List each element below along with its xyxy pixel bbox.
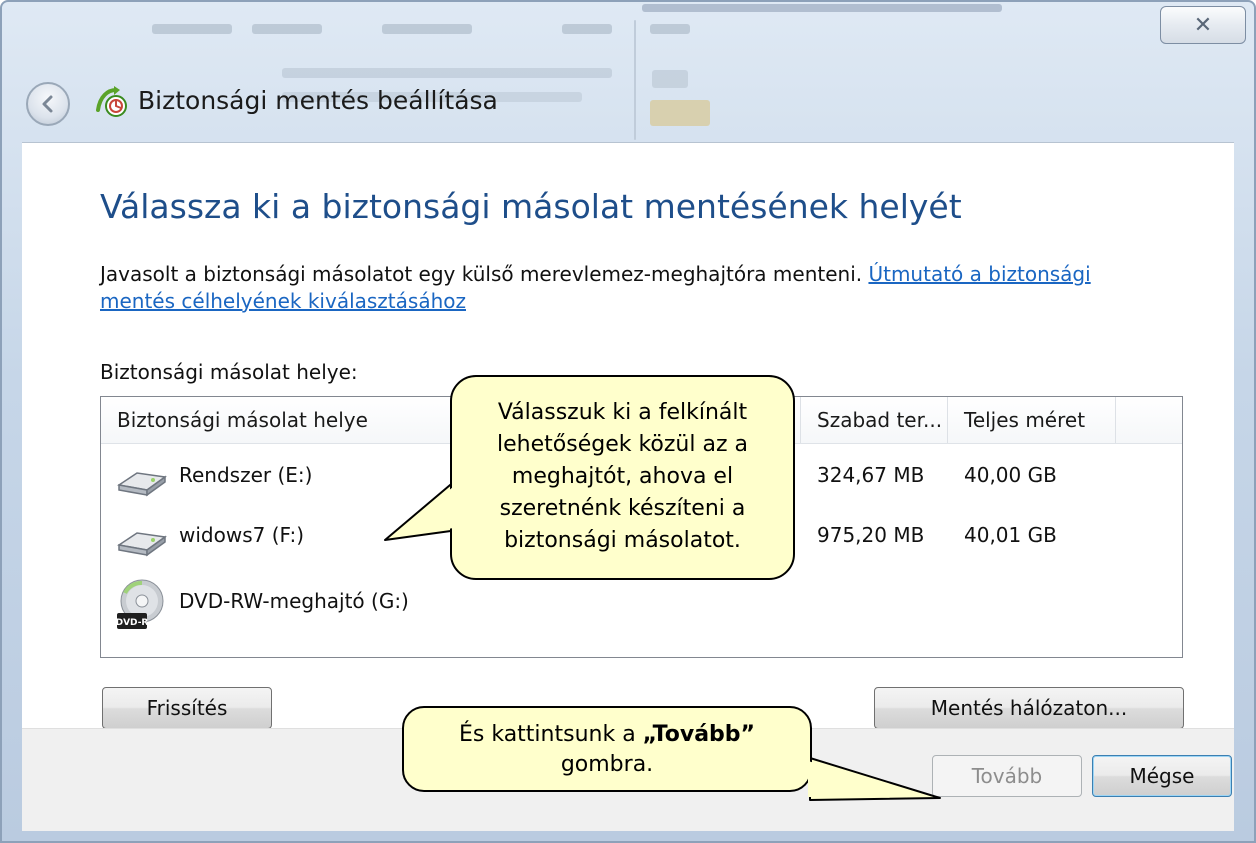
callout-line: Válasszuk ki a felkínált [497, 400, 748, 425]
drive-total-size: 40,00 GB [964, 463, 1057, 487]
callout-line: gombra. [560, 752, 654, 777]
close-icon: ✕ [1193, 12, 1213, 38]
drive-free-space: 324,67 MB [817, 463, 925, 487]
drive-total-size: 40,01 GB [964, 523, 1057, 547]
backup-app-icon [96, 86, 127, 117]
refresh-button[interactable]: Frissítés [102, 687, 272, 729]
drive-name: DVD-RW-meghajtó (G:) [179, 589, 409, 613]
cancel-button[interactable]: Mégse [1092, 755, 1232, 797]
drive-free-space: 975,20 MB [817, 523, 925, 547]
back-arrow-icon [42, 95, 53, 113]
title-bar: ✕ Biztonsági mentés beállítása [2, 2, 1254, 142]
callout-line: szeretnénk készíteni a [499, 496, 746, 521]
dvd-icon-label: DVD-R [116, 618, 149, 628]
location-list-label: Biztonsági másolat helye: [100, 360, 358, 384]
drive-name: widows7 (F:) [179, 523, 304, 547]
callout-emphasis: „Tovább” [642, 722, 756, 747]
callout-click-next: És kattintsunk a „Tovább” gombra. [402, 706, 812, 792]
hard-drive-icon [117, 472, 167, 497]
next-button[interactable]: Tovább [932, 755, 1082, 797]
close-button[interactable]: ✕ [1160, 6, 1246, 44]
back-button[interactable] [26, 82, 70, 126]
callout-select-drive: Válasszuk ki a felkínált lehetőségek köz… [450, 375, 795, 580]
intro-text: Javasolt a biztonsági másolatot egy küls… [100, 262, 863, 286]
callout-line: meghajtót, ahova el [511, 464, 734, 489]
callout-text: És kattintsunk a [458, 722, 643, 747]
callout-line: lehetőségek közül az a [497, 432, 748, 457]
page-heading: Válassza ki a biztonsági másolat mentésé… [100, 187, 962, 226]
column-header-free-space[interactable]: Szabad ter... [801, 397, 948, 443]
hard-drive-icon [117, 532, 167, 557]
callout-line: biztonsági másolatot. [504, 528, 741, 553]
callout-line: És kattintsunk a „Tovább” [404, 720, 810, 750]
list-item[interactable]: DVD-R DVD-RW-meghajtó (G:) [101, 575, 1182, 635]
window-title: Biztonsági mentés beállítása [138, 86, 498, 115]
dvd-drive-icon: DVD-R [116, 579, 164, 629]
intro-text-block: Javasolt a biztonsági másolatot egy küls… [100, 261, 1160, 315]
drive-name: Rendszer (E:) [179, 463, 313, 487]
column-header-total-size[interactable]: Teljes méret [948, 397, 1116, 443]
save-on-network-button[interactable]: Mentés hálózaton... [874, 687, 1184, 729]
